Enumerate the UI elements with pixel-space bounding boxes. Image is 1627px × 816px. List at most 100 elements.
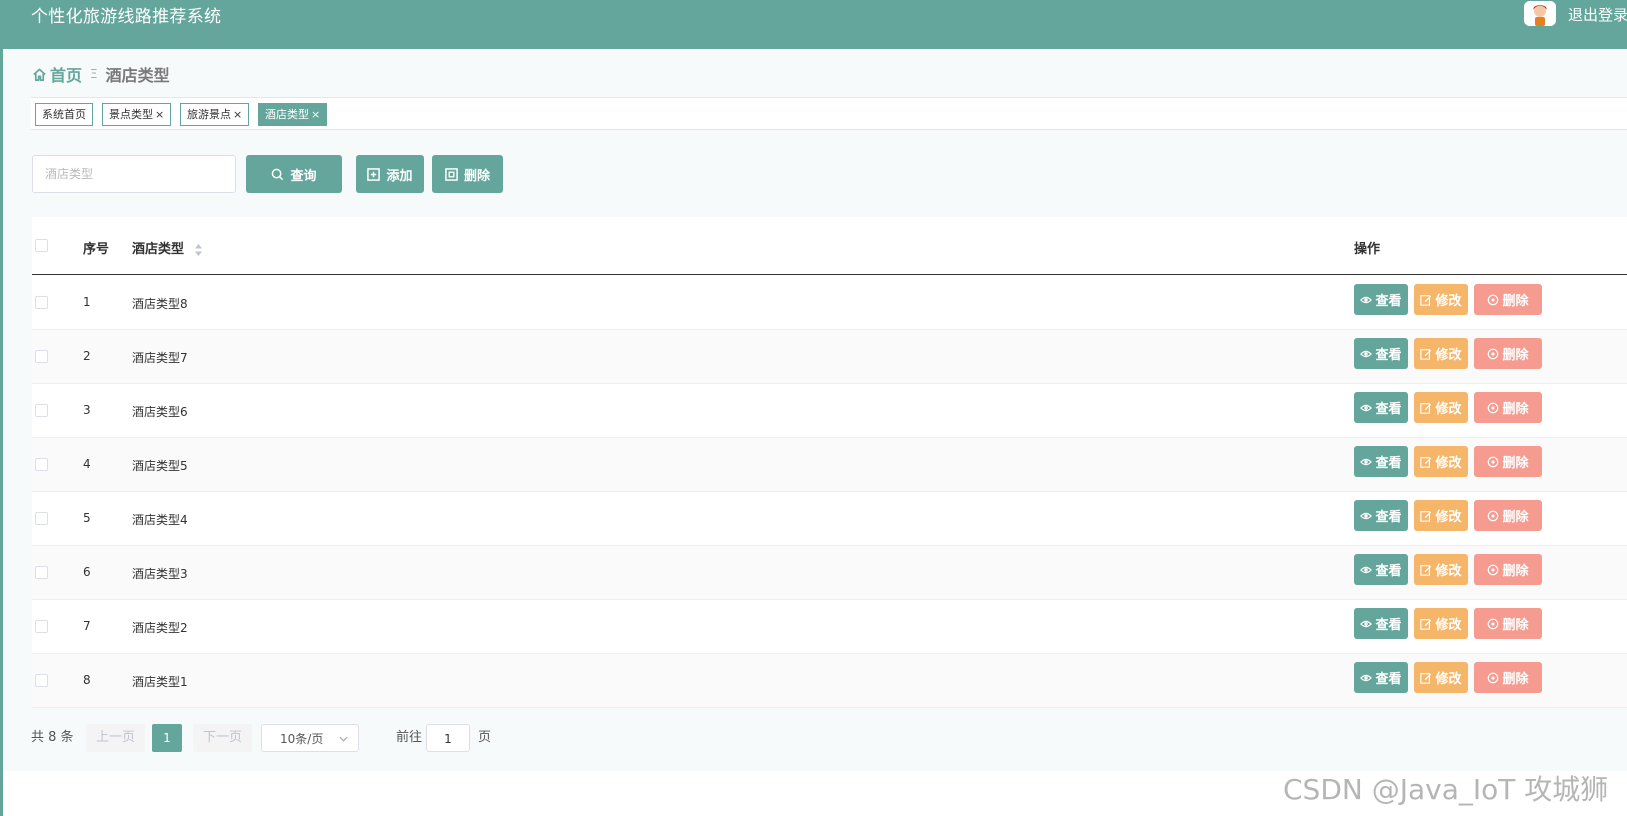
tag-label: 景点类型	[109, 108, 153, 121]
row-checkbox[interactable]	[35, 674, 48, 687]
row-checkbox[interactable]	[35, 566, 48, 579]
view-button[interactable]: 查看	[1354, 554, 1408, 585]
row-index: 8	[83, 673, 91, 687]
data-table: 序号 酒店类型 操作 1 酒店类型8 查看 修改 删除 2 酒店类型7 查看 修改 删除 3 酒店类型…	[32, 217, 1627, 708]
page-number-1[interactable]: 1	[152, 724, 182, 752]
delete-label: 删除	[463, 168, 490, 184]
avatar[interactable]	[1524, 1, 1556, 26]
row-delete-button[interactable]: 删除	[1474, 284, 1542, 315]
close-circle-icon	[1488, 618, 1499, 629]
logout-button[interactable]: 退出登录	[1568, 4, 1627, 25]
close-circle-icon	[1488, 510, 1499, 521]
tag-scenic-type[interactable]: 景点类型 ×	[102, 103, 172, 126]
view-label: 查看	[1375, 672, 1402, 687]
row-checkbox[interactable]	[35, 458, 48, 471]
avatar-icon	[1524, 1, 1556, 26]
close-icon[interactable]: ×	[155, 108, 164, 121]
row-delete-button[interactable]: 删除	[1474, 446, 1542, 477]
close-circle-icon	[1488, 672, 1499, 683]
page-suffix: 页	[478, 730, 492, 745]
row-type: 酒店类型1	[132, 675, 188, 689]
view-label: 查看	[1375, 510, 1402, 525]
view-button[interactable]: 查看	[1354, 284, 1408, 315]
row-checkbox[interactable]	[35, 350, 48, 363]
app-title: 个性化旅游线路推荐系统	[31, 7, 222, 27]
edit-button[interactable]: 修改	[1414, 500, 1468, 531]
edit-button[interactable]: 修改	[1414, 446, 1468, 477]
goto-page-input[interactable]: 1	[426, 724, 470, 752]
prev-page-button[interactable]: 上一页	[86, 724, 146, 752]
tag-system-home[interactable]: 系统首页	[35, 103, 93, 126]
row-type: 酒店类型7	[132, 351, 188, 365]
row-checkbox[interactable]	[35, 512, 48, 525]
edit-button[interactable]: 修改	[1414, 392, 1468, 423]
chevron-down-icon	[339, 736, 348, 742]
query-button[interactable]: 查询	[246, 155, 342, 193]
row-delete-label: 删除	[1502, 456, 1529, 471]
edit-button[interactable]: 修改	[1414, 338, 1468, 369]
row-delete-label: 删除	[1502, 564, 1529, 579]
row-index: 1	[83, 295, 91, 309]
sort-icon[interactable]	[194, 243, 203, 257]
edit-button[interactable]: 修改	[1414, 662, 1468, 693]
row-index: 7	[83, 619, 91, 633]
search-icon	[272, 168, 284, 180]
select-all-checkbox[interactable]	[35, 239, 48, 252]
close-circle-icon	[1488, 564, 1499, 575]
add-label: 添加	[386, 168, 413, 184]
view-button[interactable]: 查看	[1354, 392, 1408, 423]
page-size-select[interactable]: 10条/页	[261, 724, 359, 752]
row-checkbox[interactable]	[35, 296, 48, 309]
next-page-button[interactable]: 下一页	[193, 724, 253, 752]
view-button[interactable]: 查看	[1354, 500, 1408, 531]
add-button[interactable]: 添加	[356, 155, 424, 193]
row-delete-label: 删除	[1502, 294, 1529, 309]
row-delete-button[interactable]: 删除	[1474, 662, 1542, 693]
close-circle-icon	[1488, 294, 1499, 305]
edit-label: 修改	[1435, 348, 1462, 363]
view-button[interactable]: 查看	[1354, 662, 1408, 693]
table-row: 6 酒店类型3 查看 修改 删除	[32, 546, 1627, 600]
edit-button[interactable]: 修改	[1414, 554, 1468, 585]
row-checkbox[interactable]	[35, 620, 48, 633]
plus-square-icon	[367, 167, 381, 181]
view-button[interactable]: 查看	[1354, 446, 1408, 477]
col-type-header[interactable]: 酒店类型	[132, 238, 203, 257]
close-icon[interactable]: ×	[233, 108, 242, 121]
row-delete-button[interactable]: 删除	[1474, 392, 1542, 423]
edit-button[interactable]: 修改	[1414, 608, 1468, 639]
edit-icon	[1420, 456, 1432, 468]
tag-scenic-spot[interactable]: 旅游景点 ×	[180, 103, 250, 126]
home-icon	[33, 68, 46, 81]
row-delete-button[interactable]: 删除	[1474, 500, 1542, 531]
breadcrumb-home[interactable]: 首页	[32, 62, 82, 86]
table-row: 1 酒店类型8 查看 修改 删除	[32, 276, 1627, 330]
close-icon[interactable]: ×	[311, 108, 320, 121]
eye-icon	[1360, 512, 1373, 519]
edit-label: 修改	[1435, 564, 1462, 579]
eye-icon	[1360, 620, 1373, 627]
edit-icon	[1420, 294, 1432, 306]
row-delete-label: 删除	[1502, 510, 1529, 525]
row-checkbox[interactable]	[35, 404, 48, 417]
row-delete-button[interactable]: 删除	[1474, 608, 1542, 639]
eye-icon	[1360, 566, 1373, 573]
edit-button[interactable]: 修改	[1414, 284, 1468, 315]
row-index: 4	[83, 457, 91, 471]
goto-label: 前往	[396, 730, 423, 745]
tag-hotel-type[interactable]: 酒店类型 ×	[258, 103, 328, 126]
col-actions-header: 操作	[1354, 242, 1381, 257]
view-button[interactable]: 查看	[1354, 338, 1408, 369]
edit-icon	[1420, 672, 1432, 684]
batch-delete-button[interactable]: 删除	[432, 155, 503, 193]
edit-label: 修改	[1435, 456, 1462, 471]
view-label: 查看	[1375, 456, 1402, 471]
top-header: 个性化旅游线路推荐系统 退出登录	[0, 0, 1627, 49]
table-row: 7 酒店类型2 查看 修改 删除	[32, 600, 1627, 654]
view-button[interactable]: 查看	[1354, 608, 1408, 639]
search-input[interactable]	[32, 155, 236, 193]
row-delete-button[interactable]: 删除	[1474, 338, 1542, 369]
page-size-value: 10条/页	[280, 732, 324, 746]
watermark: CSDN @Java_IoT 攻城狮	[1283, 773, 1609, 806]
row-delete-button[interactable]: 删除	[1474, 554, 1542, 585]
